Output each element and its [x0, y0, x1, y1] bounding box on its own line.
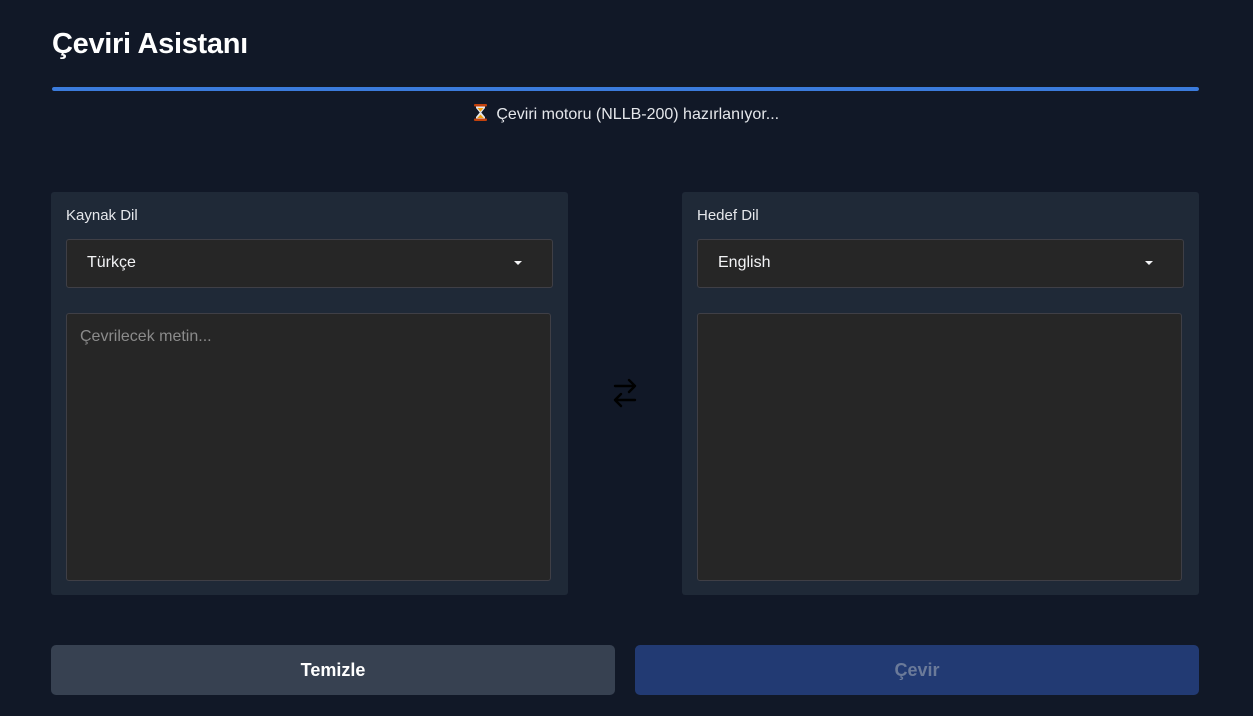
- source-language-value: Türkçe: [87, 254, 136, 271]
- page-title: Çeviri Asistanı: [52, 28, 248, 60]
- status-message: Çeviri motoru (NLLB-200) hazırlanıyor...: [0, 104, 1253, 126]
- clear-button[interactable]: Temizle: [51, 645, 615, 695]
- translate-button[interactable]: Çevir: [635, 645, 1199, 695]
- source-language-select[interactable]: Türkçe: [66, 239, 553, 288]
- chevron-down-icon: [514, 261, 522, 265]
- target-panel: Hedef Dil English: [682, 192, 1199, 595]
- loading-progress-fill: [52, 87, 1199, 91]
- target-language-value: English: [718, 254, 771, 271]
- swap-arrows-icon: [613, 378, 637, 408]
- translation-app: Çeviri Asistanı Çeviri motoru (NLLB-200)…: [0, 0, 1253, 716]
- source-text-input[interactable]: [66, 313, 551, 581]
- hourglass-icon: [473, 104, 487, 126]
- target-language-label: Hedef Dil: [697, 207, 759, 224]
- loading-progress-bar: [52, 87, 1199, 91]
- target-language-select[interactable]: English: [697, 239, 1184, 288]
- swap-languages-button[interactable]: [609, 375, 641, 411]
- translation-output[interactable]: [697, 313, 1182, 581]
- source-language-label: Kaynak Dil: [66, 207, 138, 224]
- source-panel: Kaynak Dil Türkçe: [51, 192, 568, 595]
- chevron-down-icon: [1145, 261, 1153, 265]
- status-text: Çeviri motoru (NLLB-200) hazırlanıyor...: [496, 106, 780, 123]
